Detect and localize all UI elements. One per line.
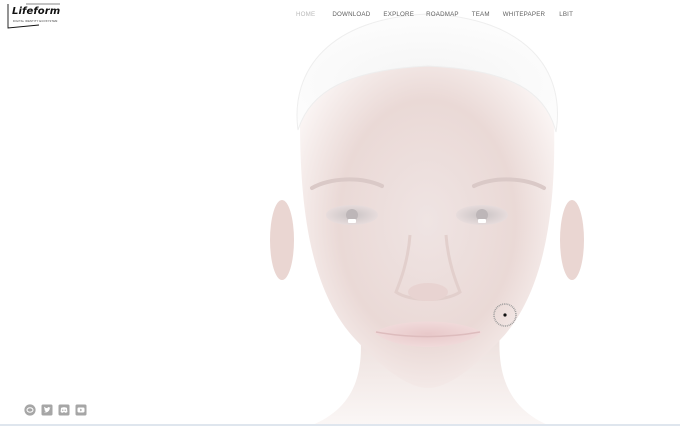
discourse-icon[interactable] bbox=[24, 404, 36, 416]
landing-page: Lifeform DIGITAL IDENTITY ECOSYSTEM HOME… bbox=[0, 0, 680, 426]
nav-roadmap[interactable]: ROADMAP bbox=[426, 11, 459, 19]
youtube-icon[interactable] bbox=[75, 404, 87, 416]
nav-explore[interactable]: EXPLORE bbox=[383, 11, 414, 19]
nav-whitepaper[interactable]: WHITEPAPER bbox=[503, 11, 545, 19]
nav-home[interactable]: HOME bbox=[296, 11, 315, 19]
nav-team[interactable]: TEAM bbox=[472, 11, 490, 19]
main-nav: HOME DOWNLOAD EXPLORE ROADMAP TEAM WHITE… bbox=[296, 11, 573, 19]
logo-wordmark: Lifeform bbox=[12, 6, 61, 17]
hero-face-illustration bbox=[270, 13, 584, 426]
lifeform-logo[interactable]: Lifeform DIGITAL IDENTITY ECOSYSTEM bbox=[6, 3, 62, 29]
discord-icon[interactable] bbox=[58, 404, 70, 416]
social-links bbox=[24, 404, 87, 416]
twitter-icon[interactable] bbox=[41, 404, 53, 416]
explore-cursor-icon[interactable] bbox=[492, 302, 518, 328]
nav-lbit[interactable]: LBIT bbox=[559, 11, 573, 19]
logo-tagline: DIGITAL IDENTITY ECOSYSTEM bbox=[13, 20, 58, 23]
nav-download[interactable]: DOWNLOAD bbox=[332, 11, 370, 19]
